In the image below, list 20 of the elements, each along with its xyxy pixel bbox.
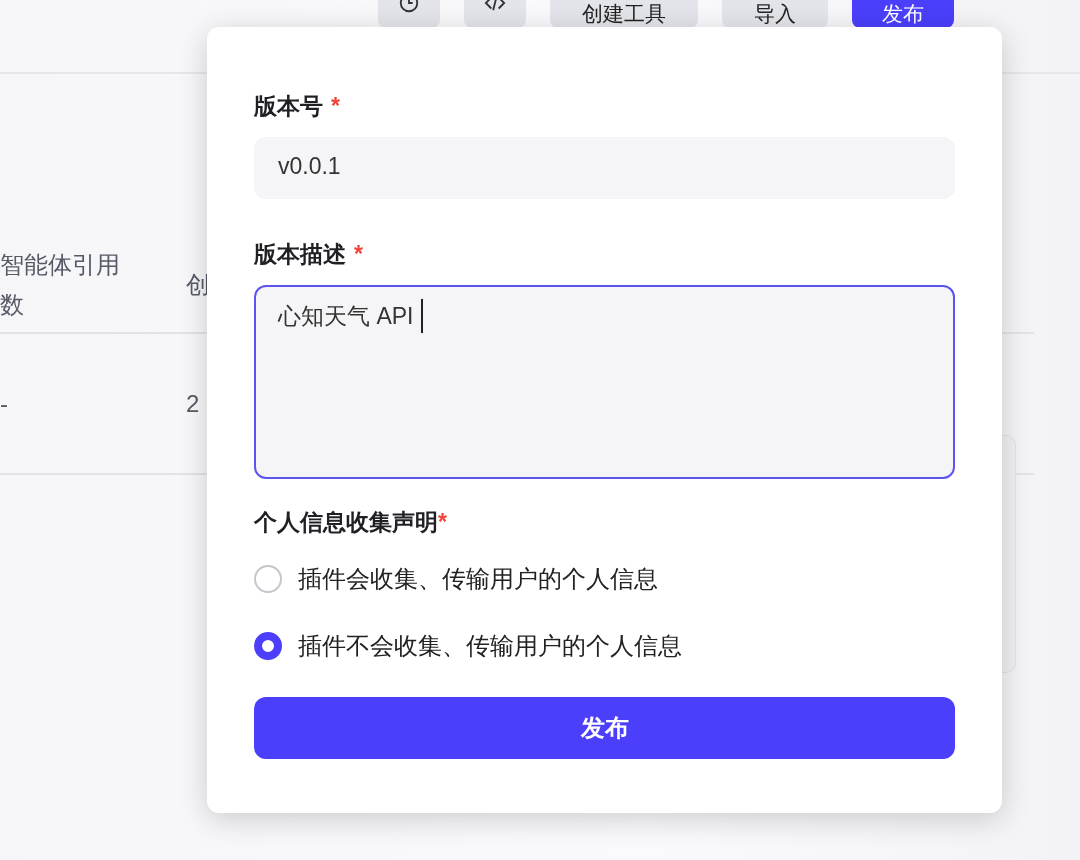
field-label: 个人信息收集声明: [254, 508, 438, 537]
option-label[interactable]: 插件不会收集、传输用户的个人信息: [298, 629, 682, 662]
required-mark: *: [331, 92, 340, 121]
table-cell-text: -: [0, 388, 9, 419]
text-area[interactable]: 心知天气 API: [254, 285, 955, 479]
toolbar-button[interactable]: 导入: [722, 0, 828, 28]
radio-button[interactable]: [254, 631, 282, 660]
field-label: 版本描述: [254, 240, 346, 269]
input-field[interactable]: v0.0.1: [254, 137, 955, 199]
column-header: 智能体引用数: [0, 250, 121, 320]
publish-button[interactable]: 发布: [852, 0, 954, 28]
option-label[interactable]: 插件会收集、传输用户的个人信息: [298, 562, 658, 595]
required-mark: *: [354, 240, 363, 269]
toolbar-button[interactable]: 创建工具: [550, 0, 698, 28]
table-cell-text: 2: [186, 388, 200, 419]
required-mark: *: [438, 508, 447, 537]
submit-button[interactable]: 发布: [254, 697, 955, 759]
radio-button[interactable]: [254, 564, 282, 593]
text-cursor: [421, 299, 424, 333]
field-label: 版本号: [254, 92, 323, 121]
